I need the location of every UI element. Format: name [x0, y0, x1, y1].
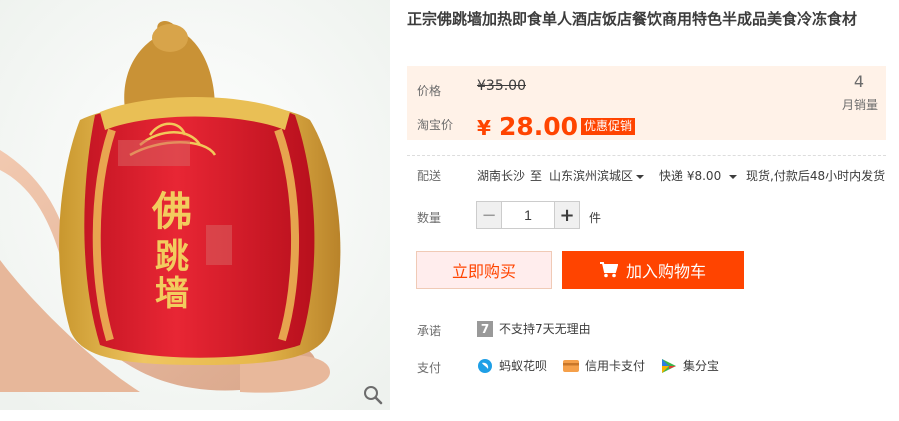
destination-select[interactable]: 山东滨州滨城区 [549, 167, 645, 184]
payment-method-label: 集分宝 [683, 359, 720, 373]
monthly-sales-count: 4 [853, 72, 864, 91]
chevron-down-icon [636, 174, 645, 179]
quantity-unit: 件 [589, 211, 602, 225]
increase-button[interactable]: + [554, 201, 580, 229]
payment-method-huabei: 蚂蚁花呗 [477, 357, 547, 374]
delivery-to-word: 至 [530, 169, 543, 183]
jifenbao-icon [662, 358, 676, 373]
decrease-button[interactable]: − [476, 201, 502, 229]
svg-text:跳: 跳 [155, 237, 189, 277]
credit-card-icon [563, 359, 579, 372]
payment-method-label: 蚂蚁花呗 [499, 359, 548, 373]
price-label: 价格 [417, 84, 442, 98]
promo-badge: 优惠促销 [581, 118, 636, 135]
add-to-cart-label: 加入购物车 [625, 262, 706, 281]
zoom-icon[interactable] [362, 384, 384, 406]
payment-method-jifenbao: 集分宝 [661, 357, 719, 374]
quantity-input[interactable] [502, 201, 554, 229]
monthly-sales-label: 月销量 [841, 98, 878, 112]
payment-label: 支付 [417, 361, 442, 375]
original-price: ¥35.00 [477, 78, 526, 94]
currency-symbol: ¥ [477, 116, 491, 140]
promise-item: 7 不支持7天无理由 [477, 320, 591, 337]
divider [407, 155, 886, 156]
cart-icon [599, 262, 618, 278]
promise-text: 不支持7天无理由 [499, 322, 591, 336]
buy-now-label: 立即购买 [451, 262, 516, 281]
shipping-method: 快递 [659, 169, 684, 183]
product-photo: 佛 跳 墙 [0, 0, 390, 410]
chevron-down-icon [729, 174, 738, 179]
product-image[interactable]: 佛 跳 墙 [0, 0, 390, 410]
destination-value: 山东滨州滨城区 [549, 169, 634, 183]
product-title: 正宗佛跳墙加热即食单人酒店饭店餐饮商用特色半成品美食冷冻食材 [407, 10, 858, 28]
shipping-note: 现货,付款后48小时内发货 [746, 169, 886, 183]
quantity-label: 数量 [417, 211, 442, 225]
shipping-method-select[interactable]: 快递 ¥8.00 [659, 167, 738, 184]
delivery-label: 配送 [417, 169, 442, 183]
svg-text:佛: 佛 [151, 188, 192, 235]
shipping-fee: ¥8.00 [686, 169, 722, 183]
price-panel: 价格 ¥35.00 淘宝价 ¥ 28.00 优惠促销 4 月销量 [407, 66, 886, 141]
current-price: 28.00 [499, 112, 579, 141]
promise-label: 承诺 [417, 324, 442, 338]
payment-method-label: 信用卡支付 [585, 359, 646, 373]
add-to-cart-button[interactable]: 加入购物车 [562, 251, 744, 289]
delivery-from: 湖南长沙 [477, 169, 526, 183]
promo-price-label: 淘宝价 [417, 118, 454, 132]
buy-now-button[interactable]: 立即购买 [416, 251, 552, 289]
seven-day-icon: 7 [477, 320, 493, 337]
svg-text:墙: 墙 [155, 274, 189, 314]
huabei-icon [478, 358, 492, 373]
quantity-stepper: − + [476, 201, 580, 229]
payment-method-credit-card: 信用卡支付 [563, 357, 645, 374]
